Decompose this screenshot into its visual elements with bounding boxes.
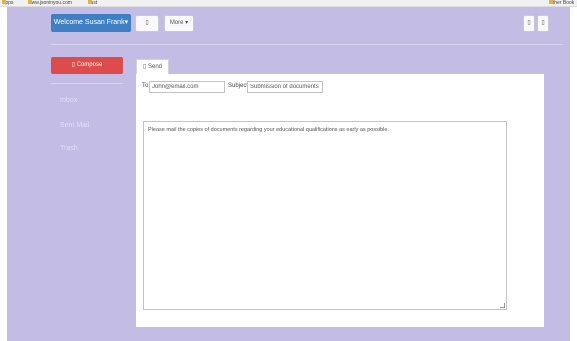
chevron-right-icon: ▯ (541, 20, 545, 26)
bookmark-icon (28, 0, 32, 4)
chevron-down-icon: ▾ (124, 19, 129, 26)
bookmark-folder[interactable]: Just (88, 0, 97, 6)
message-body-text: Please mail the copies of documents rega… (148, 127, 389, 133)
message-body-field[interactable]: Please mail the copies of documents rega… (143, 121, 507, 310)
subject-field[interactable] (247, 81, 323, 93)
send-icon: ▯ (143, 64, 147, 70)
chevron-down-icon: ▾ (185, 20, 189, 26)
next-button[interactable]: ▯ (537, 15, 549, 32)
sidebar-item-sent[interactable]: Sent Mail (60, 122, 89, 129)
chevron-left-icon: ▯ (527, 20, 531, 26)
pencil-icon: ▯ (71, 62, 75, 68)
sidebar-item-trash[interactable]: Trash (60, 145, 78, 152)
tab-send[interactable]: ▯ Send (136, 59, 169, 74)
apps-icon (2, 0, 6, 4)
folder-icon (88, 0, 92, 4)
toolbar-icon-button[interactable]: ▯ (135, 15, 159, 32)
user-menu-label: Welcome Susan Frank (53, 19, 125, 26)
checkbox-icon: ▯ (145, 20, 149, 26)
folder-icon (549, 0, 553, 4)
prev-button[interactable]: ▯ (523, 15, 535, 32)
to-field[interactable] (149, 81, 225, 93)
bookmarks-bar: Apps www.jsoninyou.com Just Other Book (0, 0, 577, 7)
sidebar-divider (51, 83, 123, 84)
more-label: More (169, 20, 184, 26)
header-divider (51, 44, 563, 45)
compose-label: Compose (76, 62, 103, 68)
more-button[interactable]: More ▾ (164, 15, 194, 32)
subject-label: Subject (228, 83, 249, 89)
sidebar-item-inbox[interactable]: Inbox (60, 97, 77, 104)
bookmark-apps[interactable]: Apps (2, 0, 13, 6)
to-label: To (142, 83, 149, 89)
compose-button[interactable]: ▯ Compose (51, 57, 123, 74)
resize-handle-icon[interactable] (500, 303, 505, 308)
bookmark-site[interactable]: www.jsoninyou.com (28, 0, 72, 6)
user-menu-button[interactable]: Welcome Susan Frank▾ (51, 14, 131, 32)
bookmark-other[interactable]: Other Book (549, 0, 574, 6)
mail-app: Welcome Susan Frank▾ ▯ More ▾ ▯ ▯ ▯ Comp… (7, 7, 570, 341)
